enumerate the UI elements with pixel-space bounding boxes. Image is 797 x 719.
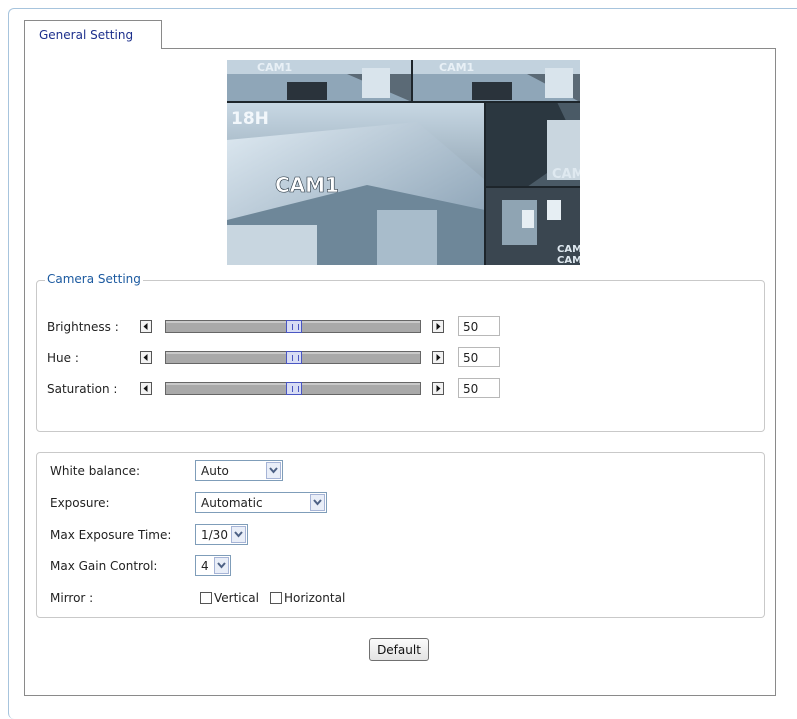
chevron-down-icon (310, 494, 325, 511)
slider-decrease-button[interactable] (140, 320, 152, 333)
slider-decrease-button[interactable] (140, 351, 152, 364)
max-gain-control-label: Max Gain Control: (50, 559, 158, 573)
max-exposure-time-label: Max Exposure Time: (50, 528, 172, 542)
slider-thumb[interactable] (286, 351, 302, 364)
slider-thumb[interactable] (286, 382, 302, 395)
cam-label-bottom-right-1: CAM (557, 244, 580, 255)
slider-increase-button[interactable] (432, 320, 444, 333)
slider-decrease-button[interactable] (140, 382, 152, 395)
slider-label: Hue : (47, 351, 79, 365)
overlay-hour: 18H (231, 109, 269, 129)
chevron-down-icon (266, 462, 281, 479)
slider-label: Saturation : (47, 382, 118, 396)
mirror-horizontal-label: Horizontal (284, 591, 346, 605)
arrow-right-icon (436, 354, 441, 361)
tab-label: General Setting (39, 28, 134, 42)
chevron-down-icon (231, 526, 246, 543)
camera-preview: CAM1 CAM1 18H CAM1 CAM CAM CAM (227, 60, 580, 265)
chevron-down-icon (214, 557, 229, 574)
arrow-left-icon (143, 385, 148, 392)
max-gain-control-select[interactable]: 4 (195, 555, 231, 576)
exposure-select[interactable]: Automatic (195, 492, 327, 513)
mirror-label: Mirror : (50, 591, 94, 605)
exposure-label: Exposure: (50, 496, 110, 510)
arrow-left-icon (143, 354, 148, 361)
exposure-value: Automatic (201, 496, 263, 510)
max-gain-control-value: 4 (201, 559, 209, 573)
arrow-right-icon (436, 385, 441, 392)
mirror-horizontal-checkbox[interactable] (270, 592, 282, 604)
slider-value-input[interactable]: 50 (458, 316, 500, 336)
white-balance-value: Auto (201, 464, 229, 478)
cam-label-center: CAM1 (275, 173, 339, 197)
max-exposure-time-select[interactable]: 1/30 (195, 524, 248, 545)
slider-label: Brightness : (47, 320, 119, 334)
mirror-vertical-checkbox[interactable] (200, 592, 212, 604)
cam-label-bottom-right-2: CAM (557, 255, 580, 265)
tab-general-setting[interactable]: General Setting (24, 20, 162, 49)
slider-thumb[interactable] (286, 320, 302, 333)
cam-label-top-right: CAM1 (439, 61, 474, 74)
slider-increase-button[interactable] (432, 351, 444, 364)
arrow-left-icon (143, 323, 148, 330)
slider-track[interactable] (165, 320, 421, 333)
white-balance-select[interactable]: Auto (195, 460, 283, 481)
max-exposure-time-value: 1/30 (201, 528, 228, 542)
cam-label-right: CAM (552, 167, 580, 182)
slider-value-input[interactable]: 50 (458, 378, 500, 398)
arrow-right-icon (436, 323, 441, 330)
slider-increase-button[interactable] (432, 382, 444, 395)
cam-label-top-left: CAM1 (257, 61, 292, 74)
camera-preview-image: CAM1 CAM1 18H CAM1 CAM CAM CAM (227, 60, 580, 265)
slider-track[interactable] (165, 382, 421, 395)
camera-setting-legend: Camera Setting (45, 272, 143, 286)
mirror-vertical-label: Vertical (214, 591, 259, 605)
default-button[interactable]: Default (369, 638, 429, 661)
slider-value-input[interactable]: 50 (458, 347, 500, 367)
white-balance-label: White balance: (50, 464, 140, 478)
slider-track[interactable] (165, 351, 421, 364)
